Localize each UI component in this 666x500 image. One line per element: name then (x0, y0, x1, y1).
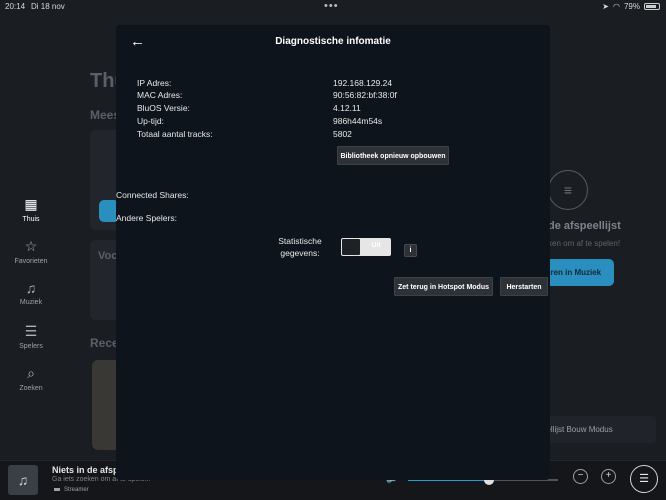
music-note-icon: ♫ (8, 465, 38, 495)
modal-title: Diagnostische infomatie (275, 36, 391, 47)
diagnostics-modal: ← Diagnostische infomatie IP Adres: 192.… (116, 25, 550, 480)
info-value: 90:56:82:bf:38:0f (333, 90, 397, 100)
queue-button[interactable]: ☰ (630, 465, 658, 493)
section-heading: Rece (90, 336, 119, 350)
sidebar-item-label: Muziek (19, 299, 43, 306)
sidebar-item-muziek[interactable]: ♫ Muziek (0, 280, 62, 306)
info-label: IP Adres: (137, 78, 172, 88)
info-label: BluOS Versie: (137, 103, 190, 113)
info-icon[interactable]: i (404, 244, 417, 257)
info-row-mac: MAC Adres: 90:56:82:bf:38:0f (137, 90, 527, 102)
toggle-label: Uit (371, 242, 381, 249)
playlist-subtitle: ken om af te spelen! (548, 239, 621, 248)
device-name: Streamer (64, 487, 89, 493)
info-row-ip: IP Adres: 192.168.129.24 (137, 78, 527, 90)
search-icon: ⌕ (27, 365, 35, 381)
info-value: 986h44m54s (333, 116, 383, 126)
info-value: 5802 (333, 129, 352, 139)
location-icon: ➤ (602, 2, 609, 11)
sidebar-item-favorieten[interactable]: ☆ Favorieten (0, 238, 62, 265)
star-icon: ☆ (24, 238, 38, 254)
info-row-version: BluOS Versie: 4.12.11 (137, 103, 527, 115)
playlist-icon: ≡ (548, 170, 588, 210)
players-icon: ☰ (24, 323, 38, 339)
info-label: MAC Adres: (137, 90, 183, 100)
playlist-build-mode-card[interactable]: pellijst Bouw Modus (536, 416, 656, 443)
status-right: ➤ ◠ 79% (602, 2, 660, 11)
sidebar-item-spelers[interactable]: ☰ Spelers (0, 323, 62, 350)
player-device[interactable]: Streamer (54, 487, 89, 493)
multitask-dots-icon[interactable]: ••• (324, 0, 339, 12)
restart-button[interactable]: Herstarten (500, 277, 548, 296)
volume-up-button[interactable]: + (601, 469, 616, 484)
home-icon: ▦ (24, 196, 38, 212)
sidebar-item-label: Spelers (19, 343, 43, 350)
other-players-label: Andere Spelers: (116, 213, 177, 223)
sidebar-item-label: Favorieten (14, 258, 48, 265)
battery-icon (644, 3, 660, 10)
battery-percent: 79% (623, 2, 640, 11)
toggle-knob (342, 239, 360, 255)
status-date: Di 18 nov (31, 2, 65, 11)
sidebar-item-thuis[interactable]: ▦ Thuis (0, 196, 62, 223)
rebuild-library-button[interactable]: Bibliotheek opnieuw opbouwen (337, 146, 449, 165)
info-label: Totaal aantal tracks: (137, 129, 213, 139)
volume-down-button[interactable]: − (573, 469, 588, 484)
statistics-label: Statistische gegevens: (278, 236, 322, 258)
info-row-tracks: Totaal aantal tracks: 5802 (137, 129, 527, 141)
now-playing-title: Niets in de afsp (52, 465, 119, 475)
sidebar-item-zoeken[interactable]: ⌕ Zoeken (0, 365, 62, 392)
wifi-icon: ◠ (613, 2, 620, 11)
sidebar: ▦ Thuis ☆ Favorieten ♫ Muziek ☰ Spelers … (0, 14, 62, 460)
hotspot-mode-button[interactable]: Zet terug in Hotspot Modus (394, 277, 493, 296)
statistics-toggle[interactable]: Uit (341, 238, 391, 256)
speaker-device-icon (54, 487, 60, 491)
info-row-uptime: Up-tijd: 986h44m54s (137, 116, 527, 128)
sidebar-item-label: Zoeken (19, 385, 43, 392)
status-time: 20:14 (5, 2, 26, 11)
playlist-title: de afspeellijst (548, 220, 621, 232)
connected-shares-label: Connected Shares: (116, 190, 189, 200)
section-heading: Voc (98, 250, 118, 262)
info-value: 4.12.11 (333, 103, 361, 113)
info-label: Up-tijd: (137, 116, 164, 126)
music-note-icon: ♫ (25, 280, 37, 296)
sidebar-item-label: Thuis (22, 216, 40, 223)
status-bar: 20:14 Di 18 nov ••• ➤ ◠ 79% (0, 0, 666, 14)
info-value: 192.168.129.24 (333, 78, 393, 88)
